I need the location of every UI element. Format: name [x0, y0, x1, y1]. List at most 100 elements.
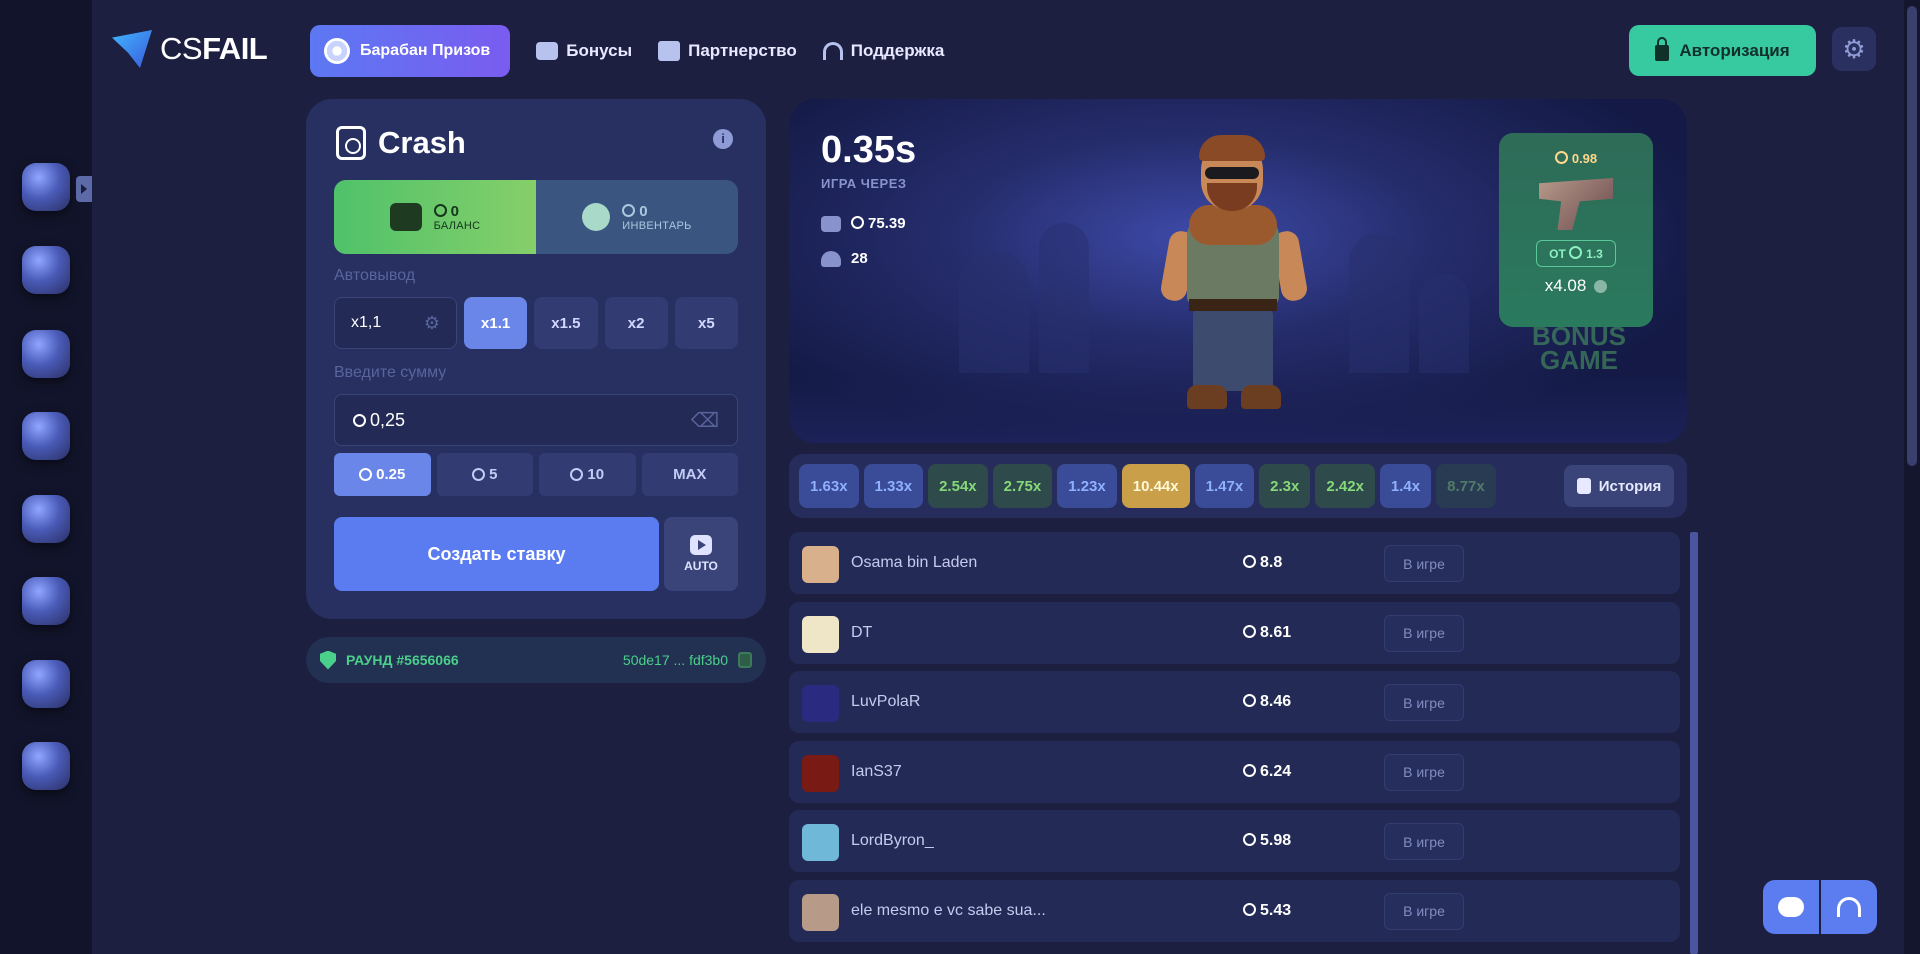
tab-balance[interactable]: 0 БАЛАНС — [334, 180, 536, 254]
bonus-game-card[interactable]: 0.98 ОТ 1.3 x4.08 — [1499, 133, 1653, 327]
roulette-game-icon[interactable] — [22, 330, 70, 378]
multiplier-button-5[interactable]: x5 — [674, 297, 738, 349]
balance-inventory-switch: 0 БАЛАНС 0 ИНВЕНТАРЬ — [334, 180, 738, 254]
history-multiplier[interactable]: 1.63x — [799, 464, 859, 508]
autocashout-input[interactable]: x1,1 ⚙ — [334, 297, 457, 349]
document-icon — [1576, 478, 1591, 494]
auth-button[interactable]: Авторизация — [1629, 25, 1816, 76]
players-scrollbar[interactable] — [1690, 532, 1698, 954]
avatar[interactable] — [802, 615, 839, 653]
chat-button[interactable] — [1763, 880, 1819, 934]
coin-icon — [1243, 763, 1256, 777]
round-hash-group[interactable]: 50de17 ... fdf3b0 — [623, 652, 752, 668]
copy-icon[interactable] — [738, 652, 752, 668]
inventory-value: 0 — [639, 202, 648, 220]
coin-icon — [1243, 624, 1256, 638]
settings-button[interactable]: ⚙ — [1832, 27, 1876, 71]
nav-support[interactable]: Поддержка — [822, 41, 944, 61]
site-logo[interactable]: CSFAIL — [112, 30, 268, 68]
multiplier-button-2[interactable]: x2 — [604, 297, 668, 349]
history-multiplier[interactable]: 1.47x — [1194, 464, 1255, 508]
player-bet-amount: 6.24 — [1243, 763, 1291, 781]
crash-game-icon[interactable] — [22, 163, 70, 211]
stopwatch-icon — [336, 126, 366, 160]
multiplier-button-1-5[interactable]: x1.5 — [534, 297, 598, 349]
autocashout-value: x1,1 — [351, 314, 382, 331]
mines-game-icon[interactable] — [22, 660, 70, 708]
player-name[interactable]: ele mesmo e vc sabe sua... — [851, 902, 1046, 920]
clear-amount-icon[interactable]: ⌫ — [691, 408, 719, 433]
quick-amount-10[interactable]: 10 — [539, 453, 636, 496]
info-icon[interactable] — [1594, 279, 1608, 293]
left-sidebar — [0, 0, 92, 954]
quick-amount-max[interactable]: MAX — [641, 453, 738, 496]
inventory-value-row: 0 — [622, 203, 691, 220]
crash-bet-panel: Crash i 0 БАЛАНС 0 ИНВЕНТАРЬ Автовывод x… — [306, 99, 766, 619]
coin-icon — [1243, 694, 1256, 707]
nav-prize-wheel[interactable]: Барабан Призов — [310, 25, 511, 77]
player-name[interactable]: DT — [851, 624, 872, 642]
avatar[interactable] — [802, 546, 839, 583]
avatar[interactable] — [802, 754, 839, 792]
quick-amount-5[interactable]: 5 — [436, 453, 533, 496]
battle-game-icon[interactable] — [22, 495, 70, 543]
player-name[interactable]: IanS37 — [851, 763, 902, 781]
history-multiplier[interactable]: 1.23x — [1057, 464, 1117, 508]
history-multiplier[interactable]: 1.33x — [863, 464, 924, 508]
page-scrollbar[interactable] — [1904, 0, 1920, 954]
history-multiplier[interactable]: 2.54x — [928, 464, 988, 508]
player-name[interactable]: LuvPolaR — [851, 693, 920, 711]
char-boot — [1187, 385, 1227, 409]
support-button[interactable] — [1821, 880, 1877, 934]
player-name[interactable]: LordByron_ — [851, 832, 934, 850]
cases-game-icon[interactable] — [22, 246, 70, 294]
bet-amount-input[interactable]: 0,25 ⌫ — [334, 394, 738, 446]
history-multiplier[interactable]: 2.75x — [992, 464, 1053, 508]
plinko-game-icon[interactable] — [22, 742, 70, 790]
bomb-game-icon[interactable] — [22, 577, 70, 625]
avatar[interactable] — [802, 824, 839, 861]
bonus-price: 0.98 — [1554, 151, 1597, 166]
history-multiplier[interactable]: 1.4x — [1379, 464, 1432, 508]
player-bet-amount: 8.8 — [1243, 554, 1282, 572]
history-button[interactable]: История — [1564, 465, 1674, 507]
bank-icon — [821, 215, 841, 232]
logo-text: CSFAIL — [160, 31, 268, 66]
nav-prize-wheel-label: Барабан Призов — [360, 42, 491, 59]
round-info-bar: РАУНД #5656066 50de17 ... fdf3b0 — [306, 637, 766, 683]
auto-bet-button[interactable]: AUTO — [664, 517, 738, 591]
nav-partnership[interactable]: Партнерство — [658, 41, 797, 61]
avatar[interactable] — [802, 685, 839, 722]
history-multiplier[interactable]: 2.42x — [1315, 464, 1375, 508]
multiplier-button-1-1[interactable]: x1.1 — [464, 297, 528, 349]
bank-stat: 75.39 — [821, 215, 906, 232]
play-icon — [690, 535, 712, 555]
round-timer: 0.35s — [821, 129, 917, 171]
headset-icon — [822, 42, 843, 60]
char-glasses — [1205, 167, 1259, 179]
char-belt — [1189, 299, 1277, 311]
logo-mark-icon — [112, 30, 152, 68]
history-multiplier[interactable]: 10.44x — [1121, 464, 1190, 508]
tab-inventory[interactable]: 0 ИНВЕНТАРЬ — [536, 180, 738, 254]
nav-partnership-label: Партнерство — [688, 41, 797, 60]
bonus-multiplier: x4.08 — [1545, 276, 1608, 296]
auth-button-label: Авторизация — [1679, 40, 1790, 60]
char-legs — [1193, 309, 1273, 391]
gear-icon[interactable]: ⚙ — [424, 313, 440, 334]
info-icon[interactable]: i — [713, 129, 733, 149]
pistol-skin-image — [1539, 178, 1613, 230]
create-bet-button[interactable]: Создать ставку — [334, 517, 659, 591]
scrollbar-thumb[interactable] — [1907, 6, 1917, 466]
history-multiplier[interactable]: 2.3x — [1259, 464, 1311, 508]
bg-building — [1349, 233, 1409, 373]
avatar[interactable] — [802, 893, 839, 931]
player-name[interactable]: Osama bin Laden — [851, 554, 977, 572]
nav-bonuses[interactable]: Бонусы — [536, 41, 632, 61]
upgrade-game-icon[interactable] — [22, 412, 70, 460]
bg-building — [1039, 223, 1089, 373]
player-bet-value: 6.24 — [1260, 762, 1292, 780]
sidebar-expand-toggle[interactable] — [76, 176, 92, 202]
quick-amount-0-25[interactable]: 0.25 — [334, 453, 431, 496]
history-multiplier[interactable]: 8.77x — [1436, 464, 1496, 508]
